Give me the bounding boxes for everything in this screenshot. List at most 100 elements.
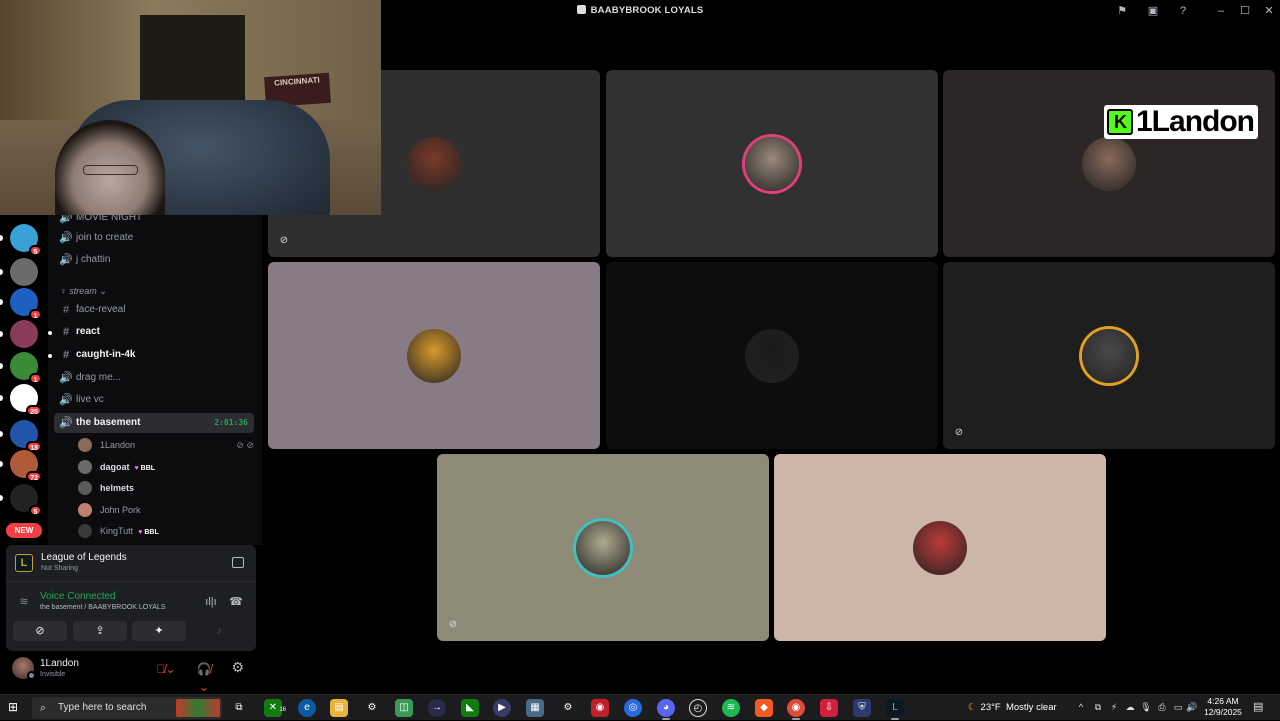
app-icon-1[interactable]: → xyxy=(428,699,446,717)
notification-icon[interactable]: ▤ xyxy=(1253,700,1263,713)
tray-icon-2[interactable]: ⚡ xyxy=(1108,700,1120,714)
video-tile[interactable] xyxy=(606,70,938,257)
server-icon[interactable] xyxy=(10,320,38,348)
server-icon[interactable]: 1 xyxy=(10,288,42,320)
server-icon[interactable]: 5 xyxy=(10,224,42,256)
spotify-icon[interactable]: ≋ xyxy=(722,699,740,717)
server-icon[interactable]: 25 xyxy=(10,384,42,416)
calculator-icon[interactable]: ▦ xyxy=(526,699,544,717)
server-icon[interactable]: 5 xyxy=(10,484,42,516)
participant-avatar xyxy=(407,136,461,191)
video-tile[interactable] xyxy=(774,454,1106,641)
user-name[interactable]: 1Landon xyxy=(40,658,79,669)
activities-button[interactable]: ✦ xyxy=(132,621,186,641)
noise-suppression-icon[interactable]: ıl|ı xyxy=(203,594,219,610)
video-tile[interactable]: ⊘ xyxy=(943,262,1275,449)
channel-live-vc[interactable]: 🔊 live vc xyxy=(54,390,254,410)
avatar xyxy=(78,438,92,452)
deafen-button[interactable]: 🎧̸⌄ xyxy=(192,660,216,694)
screen-share-icon[interactable]: ▣ xyxy=(1146,4,1160,18)
hash-icon: # xyxy=(62,326,70,338)
channel-caught-in-4k[interactable]: # caught-in-4k xyxy=(54,345,254,365)
clock[interactable]: 4:26 AM 12/9/2025 xyxy=(1196,696,1250,718)
maximize-button[interactable]: ☐ xyxy=(1234,3,1256,19)
gear-icon[interactable]: ⚙ xyxy=(231,659,244,676)
nvidia-icon[interactable]: ◣ xyxy=(461,699,479,717)
voice-member[interactable]: KingTutt ♥ BBL xyxy=(78,521,258,541)
server-icon[interactable]: 1 xyxy=(10,352,42,384)
channel-the-basement[interactable]: 🔊 the basement 2:01:36 xyxy=(54,413,254,433)
stream-name-overlay: K 1Landon xyxy=(1104,105,1258,139)
soundboard-button[interactable]: ♪ xyxy=(192,621,246,641)
close-button[interactable]: ✕ xyxy=(1258,3,1280,19)
video-tile[interactable] xyxy=(268,262,600,449)
edge-icon[interactable]: e xyxy=(298,699,316,717)
signal-icon[interactable]: ≋ xyxy=(16,595,32,611)
voice-status-title[interactable]: Voice Connected xyxy=(40,591,116,602)
camera-button[interactable]: ⊘ xyxy=(13,621,67,641)
channel-react[interactable]: # react xyxy=(54,322,254,342)
minimize-button[interactable]: – xyxy=(1210,3,1232,19)
discord-icon[interactable]: ◕ xyxy=(657,699,675,720)
steam-icon[interactable]: ⚙ xyxy=(363,699,381,717)
voice-member[interactable]: helmets xyxy=(78,478,258,498)
weather-moon-icon: ☾ xyxy=(968,702,977,713)
voice-member[interactable]: 1Landon ⊘ ⊘ xyxy=(78,435,258,455)
share-screen-button[interactable]: ⇪ xyxy=(73,621,127,641)
channel-j-chattin[interactable]: 🔊 j chattin xyxy=(54,250,254,270)
xbox-badge: 16 xyxy=(279,707,286,713)
member-name: 1Landon xyxy=(100,440,136,450)
channel-label: drag me... xyxy=(76,372,122,383)
windows-start-icon[interactable]: ⊞ xyxy=(8,700,22,714)
channel-face-reveal[interactable]: # face-reveal xyxy=(54,300,254,320)
inbox-icon[interactable]: ⚑ xyxy=(1115,4,1129,18)
league-of-legends-taskbar-icon[interactable]: L xyxy=(886,699,904,720)
voice-icon: 🔊 xyxy=(59,232,73,244)
channel-movie-night[interactable]: 🔊 MOVIE NIGHT xyxy=(54,215,254,228)
network-icon[interactable]: ▭ xyxy=(1172,700,1184,714)
store-icon[interactable]: ◫ xyxy=(395,699,413,717)
mute-button[interactable]: 🎙̸⌄ xyxy=(154,660,178,678)
microphone-icon[interactable]: 🎙 xyxy=(1140,700,1152,714)
activity-game: League of Legends xyxy=(41,552,127,563)
riot-client-icon[interactable]: ⛨ xyxy=(853,699,871,717)
app-icon-2[interactable]: ◉ xyxy=(591,699,609,717)
settings-icon[interactable]: ⚙ xyxy=(559,699,577,717)
help-icon[interactable]: ? xyxy=(1176,4,1190,18)
share-screen-icon[interactable] xyxy=(232,557,244,568)
video-tile[interactable] xyxy=(943,70,1275,257)
new-badge[interactable]: NEW xyxy=(6,523,42,538)
video-tile[interactable] xyxy=(606,262,938,449)
media-player-icon[interactable]: ▶ xyxy=(493,699,511,717)
tray-icon-1[interactable]: ⧉ xyxy=(1092,700,1104,714)
app-icon-5[interactable]: ⇩ xyxy=(820,699,838,717)
video-tile[interactable]: ⊘ xyxy=(437,454,769,641)
channel-join-to-create[interactable]: 🔊 join to create xyxy=(54,228,254,248)
member-tag-text: BBL xyxy=(140,464,156,472)
voice-member[interactable]: John Pork xyxy=(78,500,258,520)
channel-drag-me[interactable]: 🔊 drag me... xyxy=(54,368,254,388)
member-name: helmets xyxy=(100,483,135,493)
task-view-icon[interactable]: ⧉ xyxy=(230,699,248,717)
brave-icon[interactable]: ◆ xyxy=(755,699,773,717)
xbox-icon[interactable]: ✕ 16 xyxy=(264,699,286,717)
weather-widget[interactable]: ☾ 23°F Mostly clear xyxy=(968,695,1057,721)
chevron-up-icon[interactable]: ^ xyxy=(1075,700,1087,714)
file-explorer-icon[interactable]: ▤ xyxy=(330,699,348,717)
server-icon[interactable] xyxy=(10,258,38,286)
app-icon-3[interactable]: ◎ xyxy=(624,699,642,717)
disconnect-icon[interactable]: ☎ xyxy=(228,594,244,610)
category-stream[interactable]: ♀ stream ⌄ xyxy=(60,286,107,297)
tray-icon-4[interactable]: ⎙ xyxy=(1156,700,1168,714)
voice-member[interactable]: dagoat ♥ BBL xyxy=(78,457,258,477)
channel-label: react xyxy=(76,326,100,337)
chrome-icon[interactable]: ◉ xyxy=(787,699,805,720)
mic-off-icon: ⊘ xyxy=(279,235,289,246)
server-icon[interactable]: 72 xyxy=(10,450,42,482)
channel-label: j chattin xyxy=(76,254,111,265)
voice-location[interactable]: the basement / BAABYBROOK LOYALS xyxy=(40,604,166,611)
tray-icon-3[interactable]: ☁ xyxy=(1124,700,1136,714)
taskbar-search[interactable]: ⌕ Type here to search xyxy=(32,697,222,719)
server-icon[interactable]: 18 xyxy=(10,420,42,452)
app-icon-4[interactable]: ◴ xyxy=(689,699,707,717)
